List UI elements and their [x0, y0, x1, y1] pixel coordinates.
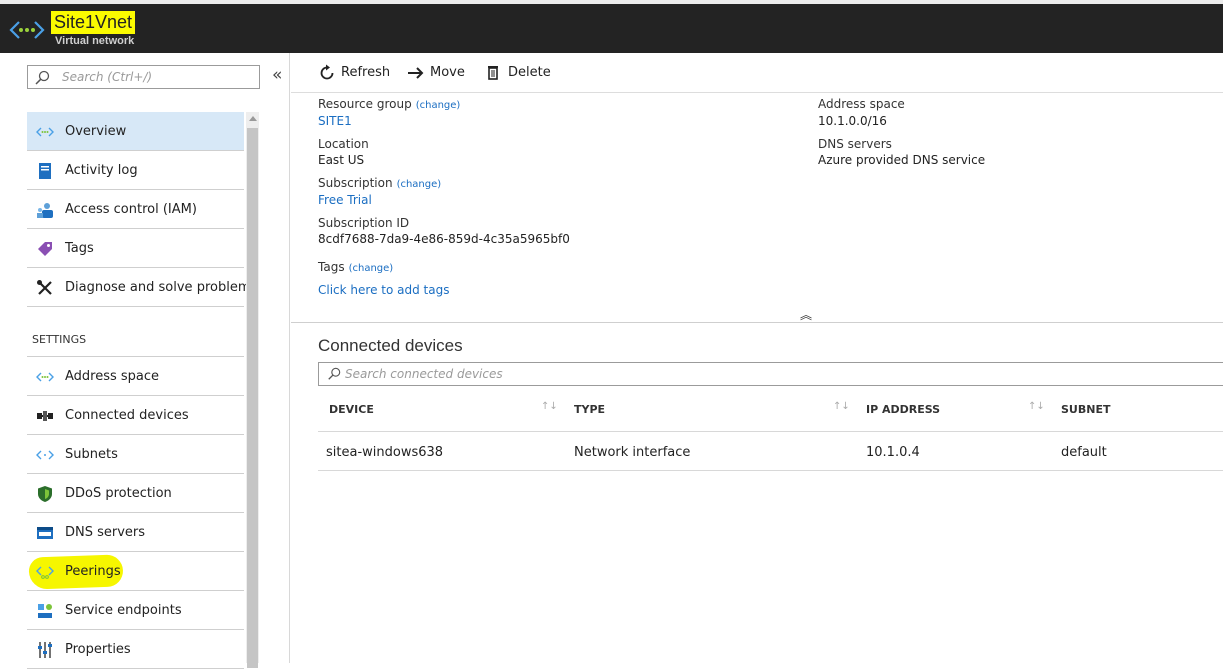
- column-header-ip-address[interactable]: IP ADDRESS: [866, 403, 940, 416]
- menu-item-diagnose[interactable]: Diagnose and solve problems: [27, 268, 257, 307]
- trash-icon: [488, 66, 498, 80]
- location-value: East US: [318, 153, 365, 167]
- refresh-label: Refresh: [341, 65, 391, 80]
- dns-icon: [37, 527, 53, 539]
- menu-item-subnets[interactable]: Subnets: [27, 435, 244, 474]
- dns-servers-value: Azure provided DNS service: [818, 153, 986, 167]
- arrow-right-icon: [408, 67, 424, 79]
- connected-devices-icon: [37, 411, 53, 421]
- subscription-label-text: Subscription: [318, 176, 393, 190]
- menu-item-label: Peerings: [65, 564, 121, 579]
- menu-scrollbar[interactable]: [246, 112, 259, 668]
- scrollbar-thumb[interactable]: [247, 128, 258, 668]
- activity-log-icon: [39, 163, 51, 179]
- menu-item-overview[interactable]: Overview: [27, 112, 244, 151]
- search-placeholder: Search connected devices: [345, 367, 503, 381]
- move-label: Move: [430, 65, 465, 80]
- search-icon: [328, 367, 341, 380]
- menu-item-service-endpoints[interactable]: Service endpoints: [27, 591, 244, 630]
- subnet-icon: [36, 450, 54, 460]
- resource-type: Virtual network: [55, 35, 135, 47]
- menu-item-label: Service endpoints: [65, 603, 182, 618]
- divider: [291, 322, 1223, 323]
- table-header-divider: [318, 431, 1223, 432]
- type-cell: Network interface: [574, 445, 691, 460]
- menu-item-label: Properties: [65, 642, 131, 657]
- sort-icon[interactable]: ↑↓: [833, 401, 850, 412]
- menu-item-peerings[interactable]: Peerings: [27, 552, 244, 591]
- properties-icon: [38, 642, 52, 658]
- column-header-device[interactable]: DEVICE: [329, 403, 374, 416]
- menu-item-label: Activity log: [65, 163, 138, 178]
- command-bar: Refresh Move Delete: [291, 53, 1223, 93]
- tags-change-link[interactable]: (change): [349, 263, 394, 274]
- search-placeholder: Search (Ctrl+/): [62, 70, 153, 84]
- menu-item-label: Diagnose and solve problems: [65, 280, 258, 295]
- shield-icon: [38, 486, 52, 502]
- subnet-cell: default: [1061, 445, 1107, 460]
- tags-label: Tags (change): [318, 260, 393, 274]
- subscription-id-value: 8cdf7688-7da9-4e86-859d-4c35a5965bf0: [318, 232, 570, 246]
- menu-search-input[interactable]: Search (Ctrl+/): [27, 65, 260, 89]
- menu-item-label: Tags: [65, 241, 94, 256]
- menu-item-activity-log[interactable]: Activity log: [27, 151, 244, 190]
- location-label: Location: [318, 137, 369, 151]
- dns-servers-label: DNS servers: [818, 137, 892, 151]
- menu-item-label: DNS servers: [65, 525, 146, 540]
- menu-item-label: Connected devices: [65, 408, 189, 423]
- subscription-label: Subscription (change): [318, 176, 441, 190]
- menu-item-label: Access control (IAM): [65, 202, 197, 217]
- resource-group-label-text: Resource group: [318, 97, 412, 111]
- menu-item-label: DDoS protection: [65, 486, 172, 501]
- resource-group-label: Resource group (change): [318, 97, 460, 111]
- menu-item-label: Subnets: [65, 447, 118, 462]
- menu-item-label: Address space: [65, 369, 160, 384]
- tag-icon: [38, 242, 52, 256]
- vnet-icon: [9, 21, 45, 39]
- collapse-essentials-icon[interactable]: ︽: [800, 306, 812, 323]
- settings-section-header: SETTINGS: [27, 307, 244, 357]
- search-icon: [35, 70, 50, 85]
- subscription-change-link[interactable]: (change): [397, 179, 442, 190]
- device-cell: sitea-windows638: [326, 445, 444, 460]
- top-bar: Site1Vnet Virtual network: [0, 0, 1223, 53]
- menu-item-properties[interactable]: Properties: [27, 630, 244, 669]
- add-tags-link[interactable]: Click here to add tags: [318, 283, 449, 297]
- menu-item-dns-servers[interactable]: DNS servers: [27, 513, 244, 552]
- resource-menu: Search (Ctrl+/) « Overview Activity log …: [0, 53, 290, 669]
- refresh-icon: [320, 64, 334, 80]
- service-endpoint-icon: [38, 604, 52, 618]
- menu-item-tags[interactable]: Tags: [27, 229, 244, 268]
- wrench-icon: [37, 280, 52, 295]
- iam-icon: [37, 203, 53, 218]
- connected-devices-title: Connected devices: [318, 336, 463, 355]
- resource-title: Site1Vnet: [51, 11, 136, 34]
- menu-item-access-control[interactable]: Access control (IAM): [27, 190, 244, 229]
- subscription-link[interactable]: Free Trial: [318, 193, 372, 207]
- menu-item-label: Overview: [65, 124, 127, 139]
- column-header-subnet[interactable]: SUBNET: [1061, 403, 1110, 416]
- delete-label: Delete: [508, 65, 551, 80]
- menu-item-ddos-protection[interactable]: DDoS protection: [27, 474, 244, 513]
- peering-icon: [36, 566, 54, 579]
- sort-icon[interactable]: ↑↓: [1028, 401, 1045, 412]
- connected-devices-search-input[interactable]: Search connected devices: [318, 362, 1223, 386]
- menu-item-address-space[interactable]: Address space: [27, 357, 244, 396]
- tags-label-text: Tags: [318, 260, 345, 274]
- vnet-icon: [36, 372, 54, 382]
- menu-item-connected-devices[interactable]: Connected devices: [27, 396, 244, 435]
- column-header-type[interactable]: TYPE: [574, 403, 605, 416]
- settings-label: SETTINGS: [32, 333, 87, 346]
- address-space-value: 10.1.0.0/16: [818, 114, 887, 128]
- ip-address-cell: 10.1.0.4: [866, 445, 920, 460]
- subscription-id-label: Subscription ID: [318, 216, 410, 230]
- scroll-up-arrow[interactable]: [249, 116, 257, 121]
- table-row-divider: [318, 470, 1223, 471]
- collapse-menu-button[interactable]: «: [272, 65, 282, 85]
- address-space-label: Address space: [818, 97, 905, 111]
- resource-group-change-link[interactable]: (change): [416, 100, 461, 111]
- vnet-icon: [36, 127, 54, 137]
- sort-icon[interactable]: ↑↓: [541, 401, 558, 412]
- resource-group-link[interactable]: SITE1: [318, 114, 352, 128]
